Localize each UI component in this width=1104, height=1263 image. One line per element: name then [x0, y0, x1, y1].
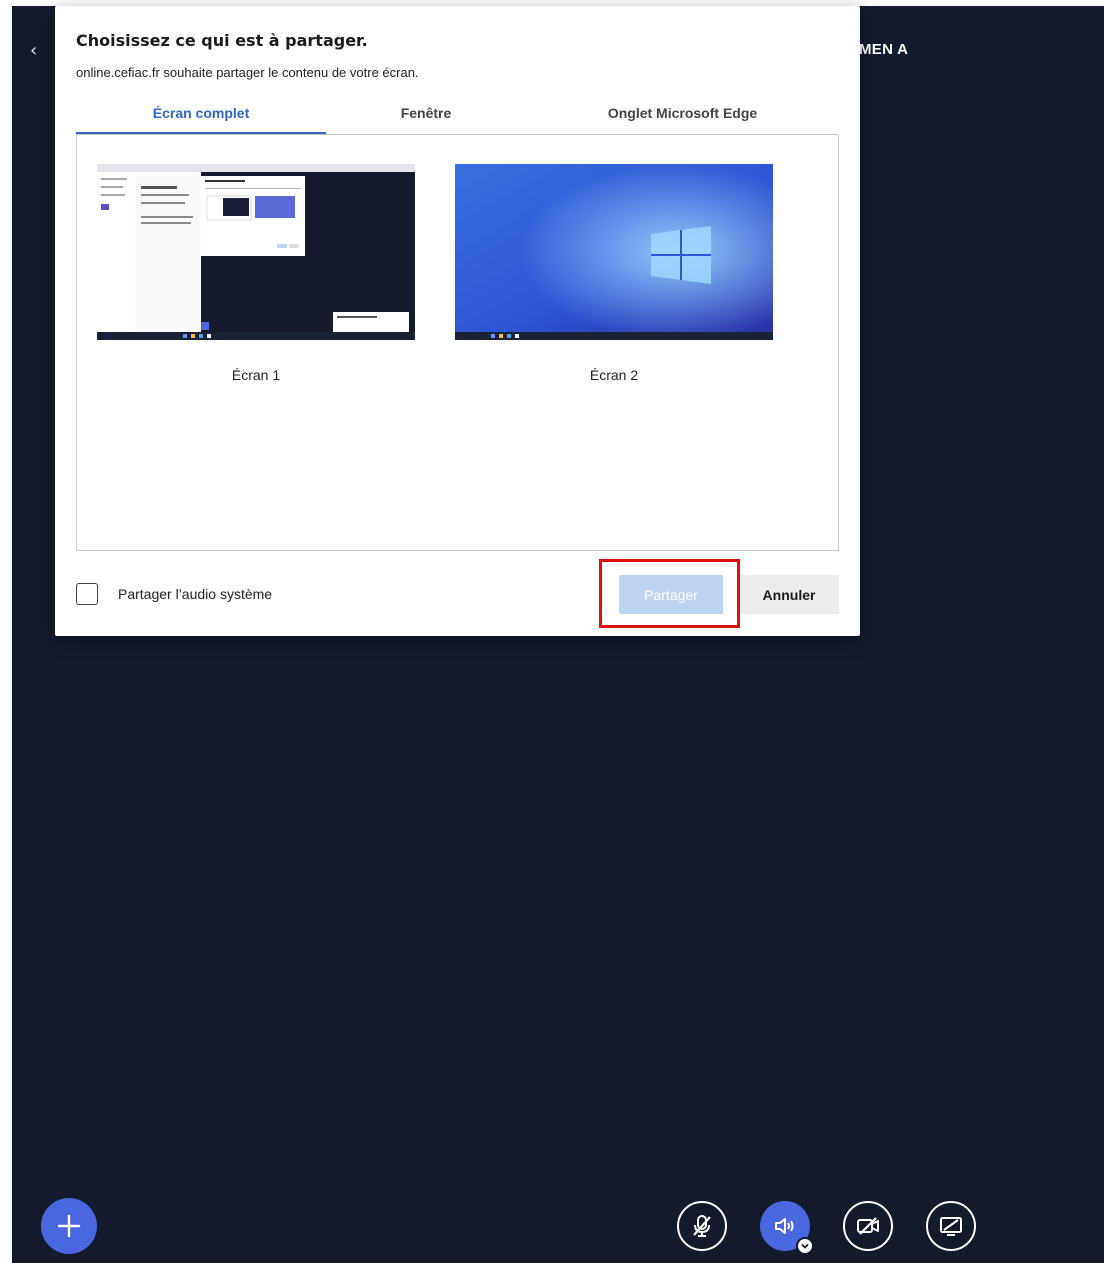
tab-window[interactable]: Fenêtre: [326, 100, 526, 134]
dialog-subtitle: online.cefiac.fr souhaite partager le co…: [76, 65, 419, 80]
cancel-button[interactable]: Annuler: [739, 575, 839, 614]
screen-list-panel: Écran 1 Écran 2: [76, 134, 839, 551]
chevron-down-icon: [801, 1243, 809, 1249]
screen-1-option[interactable]: [97, 164, 415, 340]
highlight-annotation-box: [599, 559, 740, 628]
microphone-button[interactable]: [677, 1201, 727, 1251]
screen-2-label[interactable]: Écran 2: [455, 367, 773, 383]
speaker-options-badge[interactable]: [796, 1237, 814, 1255]
room-title: MEN A: [859, 41, 909, 58]
camera-off-icon: [857, 1217, 879, 1235]
screen-share-button[interactable]: [926, 1201, 976, 1251]
tab-full-screen[interactable]: Écran complet: [76, 100, 326, 134]
back-user-icon[interactable]: ‹: [30, 40, 37, 61]
screen-2-thumbnail: [455, 164, 773, 340]
share-screen-dialog: Choisissez ce qui est à partager. online…: [55, 6, 860, 636]
screen-1-label[interactable]: Écran 1: [97, 367, 415, 383]
plus-button[interactable]: [41, 1198, 97, 1254]
plus-icon: [57, 1214, 81, 1238]
screen-1-thumbnail: [97, 164, 415, 340]
microphone-muted-icon: [693, 1215, 711, 1237]
screen-2-option[interactable]: [455, 164, 773, 340]
screen-share-off-icon: [940, 1217, 962, 1236]
share-source-tabs: Écran complet Fenêtre Onglet Microsoft E…: [76, 100, 839, 135]
share-audio-label[interactable]: Partager l’audio système: [118, 586, 272, 602]
speaker-icon: [775, 1218, 794, 1234]
share-audio-row[interactable]: Partager l’audio système: [76, 583, 272, 605]
dialog-title: Choisissez ce qui est à partager.: [76, 31, 368, 50]
share-audio-checkbox[interactable]: [76, 583, 98, 605]
speaker-button[interactable]: [760, 1201, 814, 1255]
tab-edge-tab[interactable]: Onglet Microsoft Edge: [526, 100, 839, 134]
camera-button[interactable]: [843, 1201, 893, 1251]
